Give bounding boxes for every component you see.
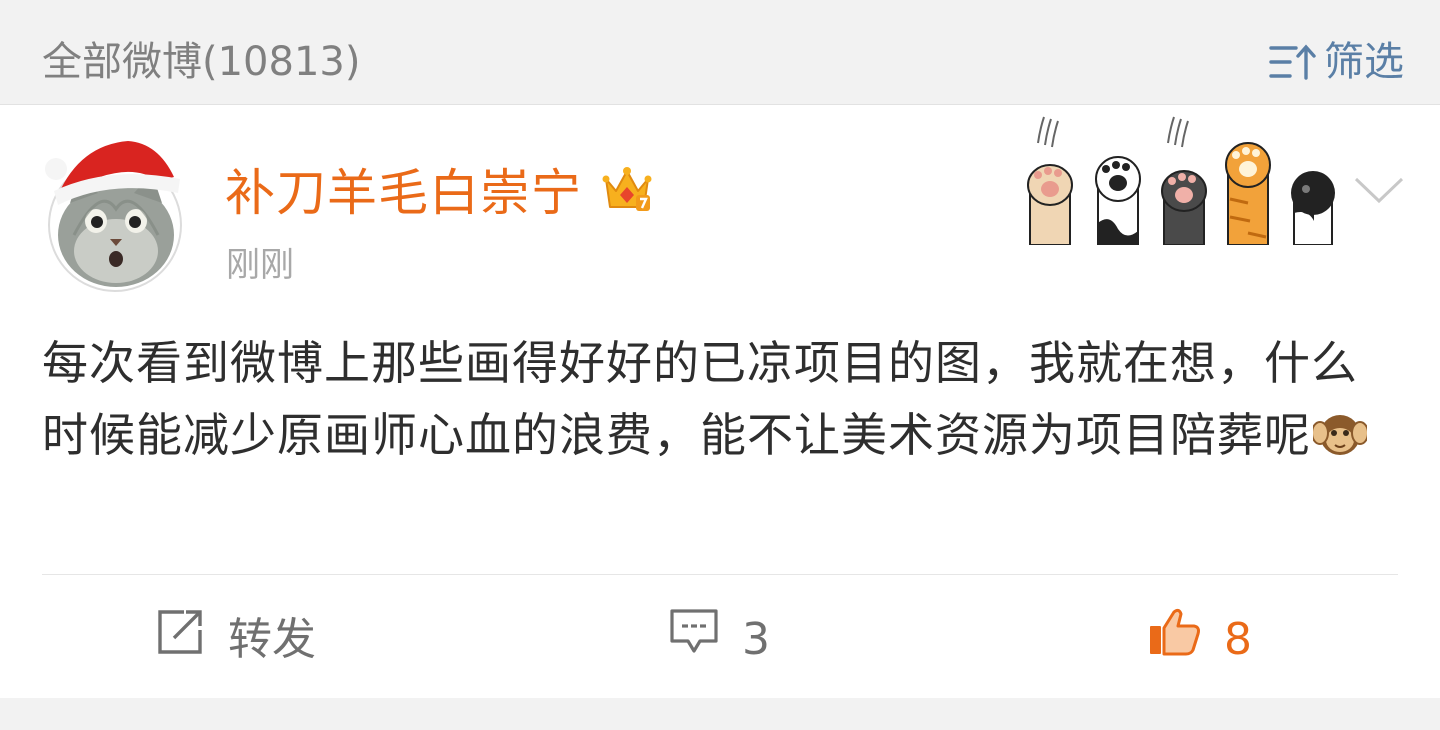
filter-button[interactable]: 筛选: [1268, 36, 1404, 88]
like-count: 8: [1224, 614, 1252, 665]
comment-icon: [668, 607, 720, 673]
comment-button[interactable]: 3: [668, 607, 770, 673]
crown-vip-icon[interactable]: [600, 165, 654, 219]
chevron-down-icon[interactable]: [1352, 173, 1406, 211]
sort-filter-icon: [1268, 42, 1320, 82]
monkey-covering-ears-emoji: [1311, 405, 1369, 477]
repost-label: 转发: [228, 614, 316, 665]
cat-paws-banner: [1018, 113, 1338, 249]
post-time: 刚刚: [226, 245, 294, 285]
comment-count: 3: [742, 614, 770, 665]
divider: [42, 574, 1398, 575]
avatar[interactable]: [40, 125, 190, 295]
share-edit-icon: [154, 608, 206, 672]
all-posts-count-title: 全部微博(10813): [42, 39, 361, 85]
filter-label: 筛选: [1324, 39, 1404, 85]
post-author-name[interactable]: 补刀羊毛白崇宁: [225, 163, 582, 223]
feed-gap: [0, 698, 1440, 730]
post-card: 补刀羊毛白崇宁 刚刚 每次看到微博上那些画得好好的已凉项目的图，我就在想，什么时…: [0, 105, 1440, 698]
thumbs-up-icon: [1146, 606, 1202, 674]
like-button[interactable]: 8: [1146, 608, 1252, 670]
feed-header: 全部微博(10813) 筛选: [0, 0, 1440, 105]
post-content: 每次看到微博上那些画得好好的已凉项目的图，我就在想，什么时候能减少原画师心血的浪…: [42, 327, 1402, 477]
post-text: 每次看到微博上那些画得好好的已凉项目的图，我就在想，什么时候能减少原画师心血的浪…: [42, 336, 1358, 462]
repost-button[interactable]: 转发: [154, 610, 316, 670]
